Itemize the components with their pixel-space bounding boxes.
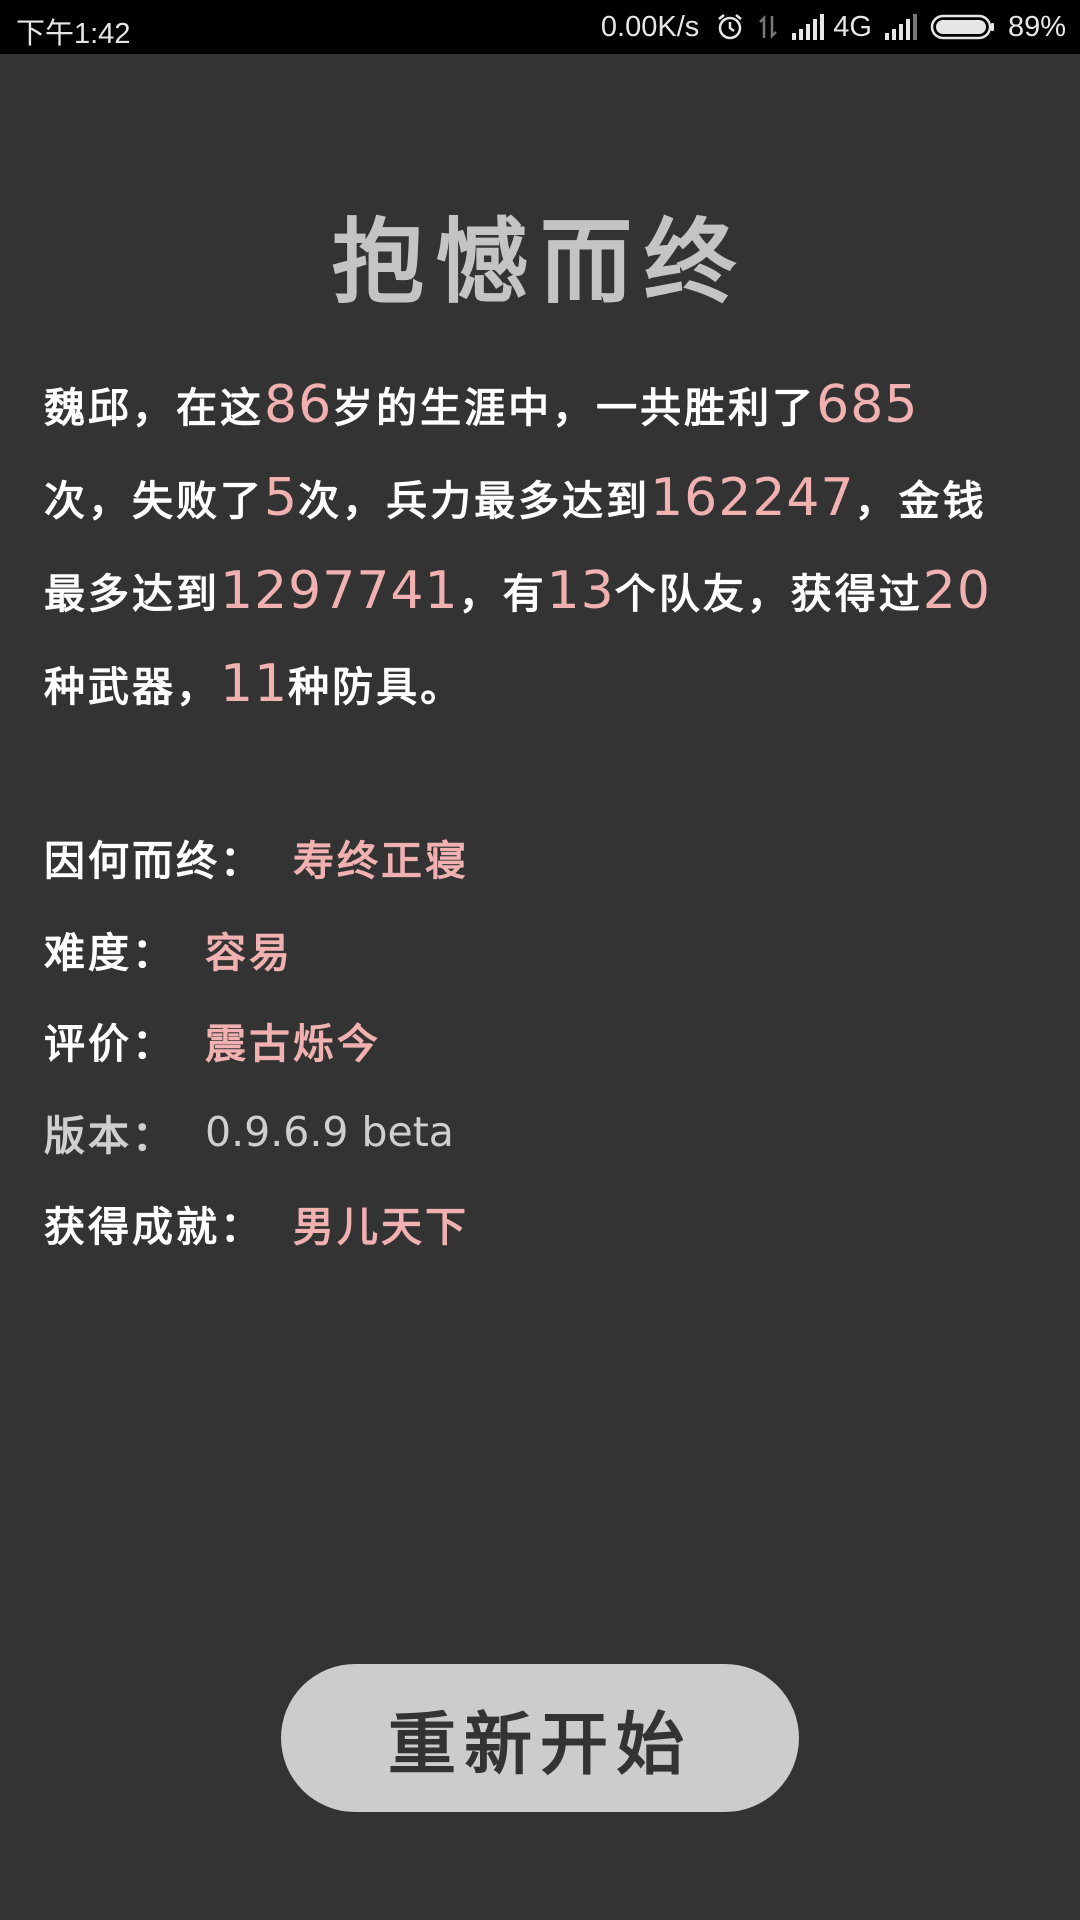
cause-of-end-row: 因何而终 ： 寿终正寝 (44, 822, 469, 892)
summary-text: 种武器， (44, 663, 220, 711)
status-bar: 下午1:42 0.00K/s 4G 89% (0, 0, 1080, 54)
version-colon: ： (132, 1112, 173, 1160)
summary-text: ，在这 (132, 384, 264, 432)
teammates-value: 13 (546, 561, 615, 621)
cause-colon: ： (220, 837, 261, 885)
restart-button-label: 重新开始 (387, 1704, 692, 1785)
difficulty-colon: ： (132, 929, 173, 977)
cause-value: 寿终正寝 (293, 837, 469, 885)
rating-colon: ： (132, 1020, 173, 1068)
status-icons: 0.00K/s 4G 89% (601, 8, 1066, 46)
restart-button[interactable]: 重新开始 (281, 1664, 799, 1812)
difficulty-value: 容易 (205, 929, 293, 977)
alarm-icon (715, 12, 745, 42)
battery-percent: 89% (1007, 10, 1066, 43)
summary-text: 种防具。 (288, 663, 465, 711)
net-speed: 0.00K/s (600, 10, 700, 43)
max-troops-value: 162247 (650, 468, 855, 528)
max-money-value: 1297741 (220, 561, 459, 621)
difficulty-label: 难度 (44, 929, 132, 977)
character-name: 魏邱 (44, 384, 132, 432)
armors-value: 11 (220, 654, 289, 714)
summary-text: ，有 (458, 570, 547, 618)
rating-row: 评价 ： 震古烁今 (44, 1005, 381, 1075)
summary-text: 次，失败了 (44, 477, 264, 525)
version-row: 版本 ： 0.9.6.9 beta (44, 1097, 454, 1167)
data-transfer-icon (757, 12, 779, 42)
status-time: 下午1:42 (16, 18, 131, 50)
rating-value: 震古烁今 (205, 1020, 381, 1068)
summary-text: 个队友，获得过 (614, 570, 923, 618)
rating-label: 评价 (44, 1020, 132, 1068)
signal-icon (884, 13, 918, 41)
career-summary: 魏邱，在这86岁的生涯中，一共胜利了685 次，失败了5次，兵力最多达到16224… (44, 360, 1004, 732)
battery-icon (930, 12, 996, 42)
age-value: 86 (264, 375, 333, 435)
wins-value: 685 (816, 375, 919, 435)
difficulty-row: 难度 ： 容易 (44, 914, 293, 984)
version-label: 版本 (44, 1112, 132, 1160)
page-title: 抱憾而终 (331, 208, 748, 316)
achievement-row: 获得成就 ： 男儿天下 (44, 1188, 469, 1258)
signal-icon (791, 13, 825, 41)
achievement-label: 获得成就 (44, 1203, 220, 1251)
summary-text: 岁的生涯中，一共胜利了 (332, 384, 817, 432)
network-type: 4G (833, 10, 872, 43)
version-value: 0.9.6.9 beta (205, 1108, 454, 1156)
cause-label: 因何而终 (44, 837, 220, 885)
losses-value: 5 (264, 468, 299, 528)
achievement-value: 男儿天下 (293, 1203, 469, 1251)
weapons-value: 20 (922, 561, 991, 621)
achievement-colon: ： (220, 1203, 261, 1251)
summary-text: 次，兵力最多达到 (298, 477, 651, 525)
